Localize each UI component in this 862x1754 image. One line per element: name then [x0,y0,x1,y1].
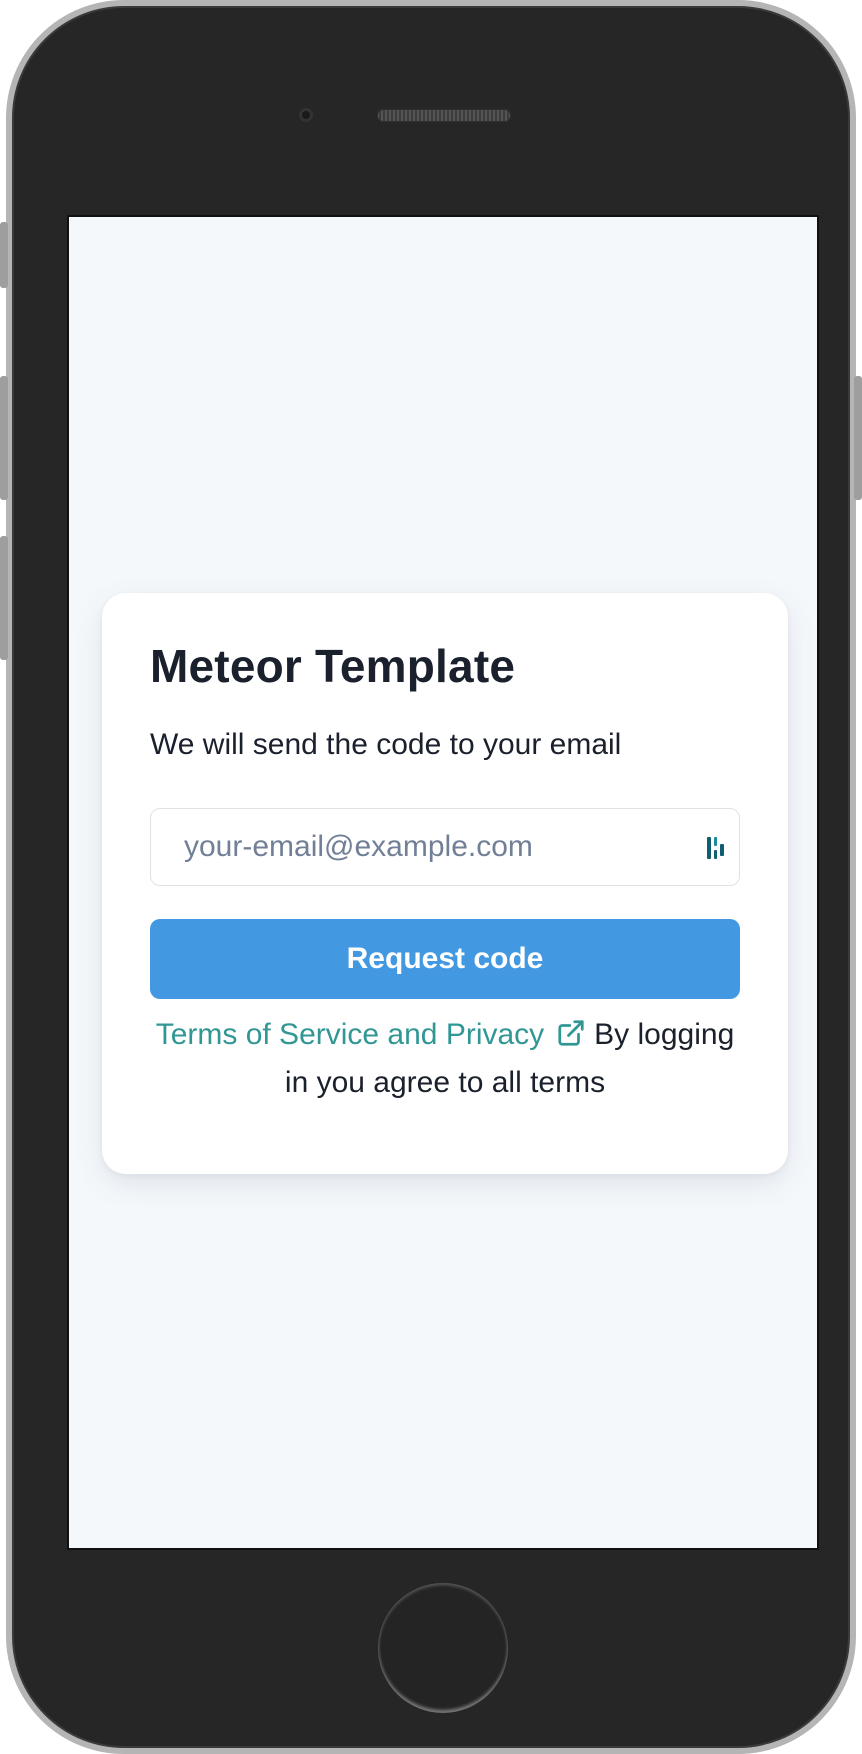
terms-link-label: Terms of Service and Privacy [155,1018,545,1051]
volume-up-button [0,376,8,500]
page-title: Meteor Template [150,640,516,692]
front-camera [299,108,313,122]
earpiece-speaker [377,109,511,122]
email-field-wrapper [150,808,740,886]
email-input[interactable] [151,809,739,885]
login-card: Meteor Template We will send the code to… [102,593,788,1174]
terms-notice: Terms of Service and Privacy By logging i… [150,1011,740,1107]
request-code-button[interactable]: Request code [150,919,740,999]
power-button [854,376,862,500]
screen: Meteor Template We will send the code to… [67,215,819,1550]
silent-switch [0,222,8,288]
external-link-icon [558,1020,584,1046]
home-button[interactable] [378,1583,508,1713]
volume-down-button [0,536,8,660]
terms-link[interactable]: Terms of Service and Privacy [156,1018,594,1051]
phone-frame: Meteor Template We will send the code to… [6,0,856,1754]
login-subtitle: We will send the code to your email [150,728,622,761]
password-manager-icon[interactable] [705,834,729,862]
